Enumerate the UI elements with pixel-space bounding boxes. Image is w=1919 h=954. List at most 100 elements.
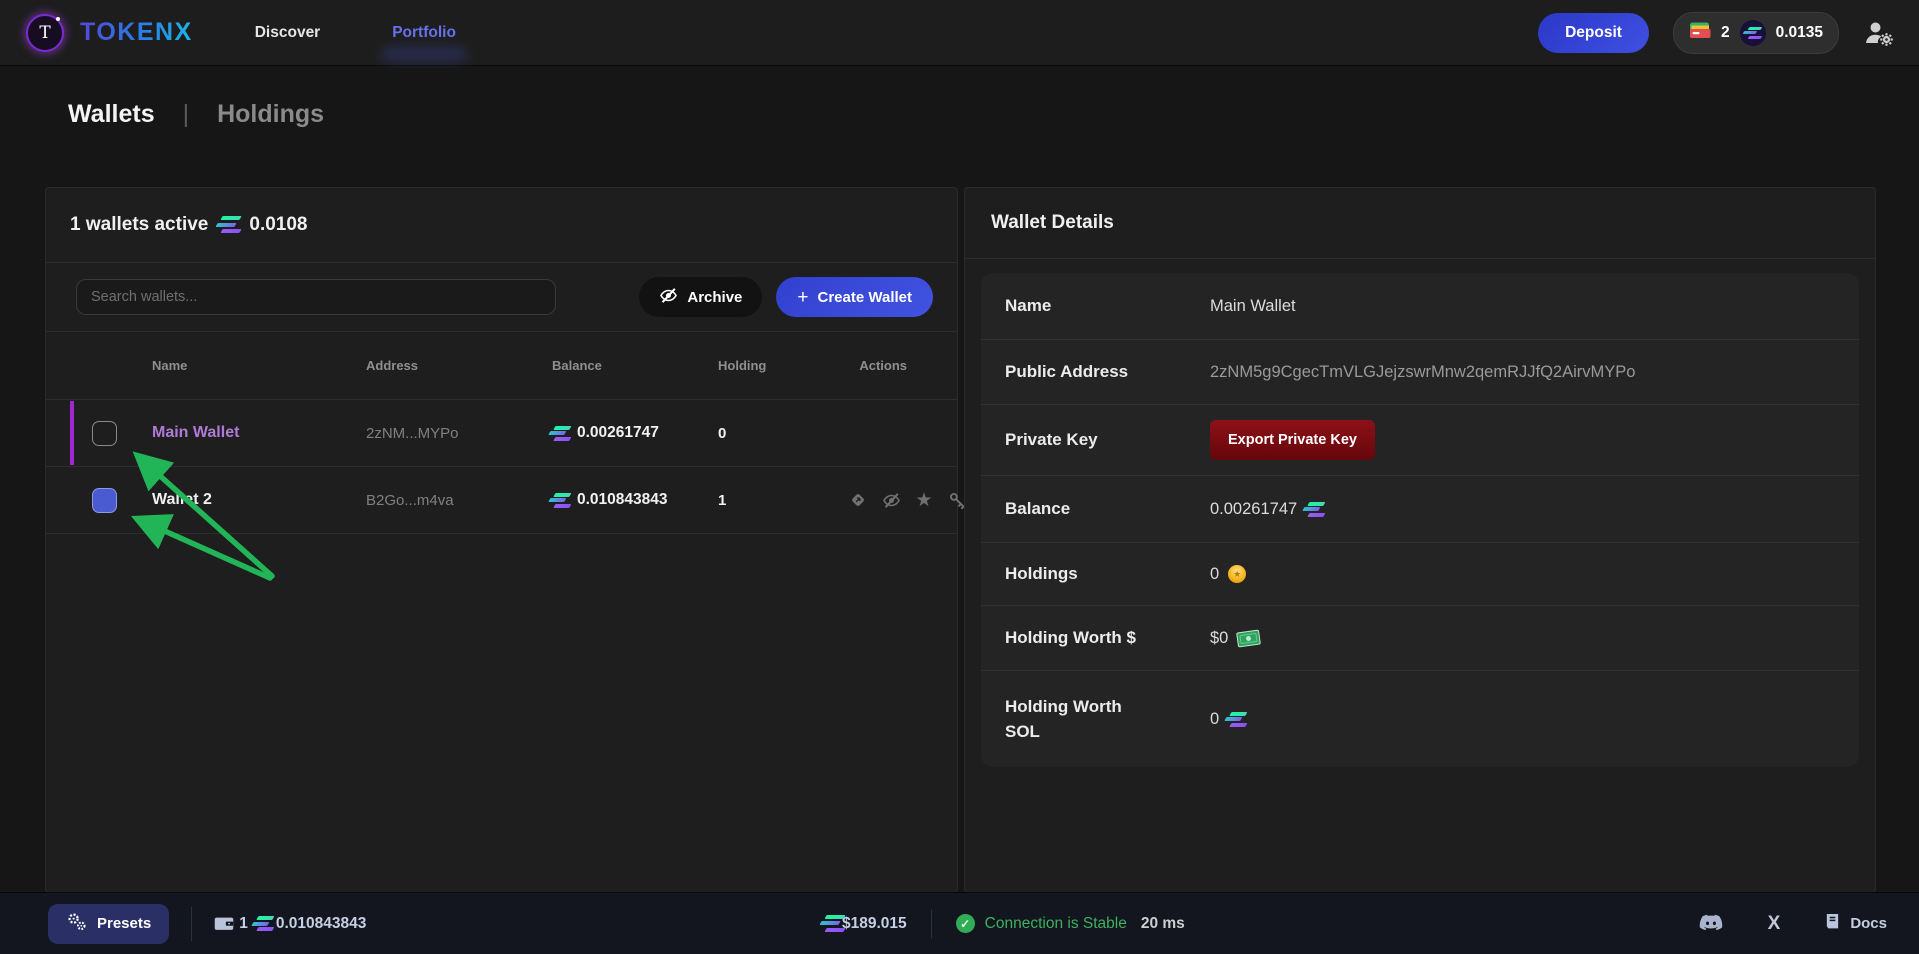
divider — [931, 910, 932, 938]
name-label: Name — [1005, 293, 1051, 319]
wallet-details-card: Name Main Wallet Public Address 2zNM5g9C… — [981, 273, 1859, 767]
account-settings-icon[interactable] — [1863, 19, 1893, 47]
search-input[interactable] — [76, 279, 556, 315]
worth-usd-label: Holding Worth $ — [1005, 625, 1136, 651]
tab-holdings[interactable]: Holdings — [217, 100, 324, 129]
public-address-label: Public Address — [1005, 359, 1128, 385]
wallet-color-icon — [1689, 20, 1711, 45]
solana-icon — [219, 216, 238, 233]
coin-icon — [1228, 565, 1246, 583]
docs-link[interactable]: Docs — [1824, 912, 1887, 936]
send-icon[interactable] — [848, 490, 868, 510]
hide-icon[interactable] — [881, 490, 901, 510]
holdings-value: 0 — [1210, 565, 1219, 584]
wallet-name: Main Wallet — [152, 424, 366, 442]
create-wallet-label: Create Wallet — [818, 289, 912, 306]
col-name: Name — [152, 358, 366, 373]
docs-label: Docs — [1850, 915, 1887, 932]
statusbar-middle: $ 189.015 Connection is Stable 20 ms — [823, 893, 1185, 954]
top-nav: T TOKENX Discover Portfolio Deposit 2 0.… — [0, 0, 1919, 66]
detail-row-worth-sol: Holding Worth SOL 0 — [981, 671, 1859, 767]
wallet-address: 2zNM...MYPo — [366, 425, 552, 442]
wallets-panel: 1 wallets active 0.0108 Archive + Create… — [45, 187, 958, 893]
wallet-count: 2 — [1721, 24, 1730, 42]
logo-letter: T — [39, 23, 50, 43]
holdings-label: Holdings — [1005, 561, 1078, 587]
wallet-details-title: Wallet Details — [965, 188, 1875, 259]
book-icon — [1824, 912, 1841, 936]
solana-icon — [552, 493, 568, 508]
nav-sol-balance: 0.0135 — [1776, 24, 1823, 42]
status-bar: Presets 1 0.010843843 $ 189.015 Connecti… — [0, 892, 1919, 954]
sol-circle-icon — [1740, 20, 1766, 46]
col-actions: Actions — [859, 358, 957, 373]
detail-row-worth-usd: Holding Worth $ $0 — [981, 606, 1859, 671]
nav-links: Discover Portfolio — [255, 24, 456, 42]
presets-label: Presets — [97, 915, 151, 932]
export-private-key-button[interactable]: Export Private Key — [1210, 420, 1375, 460]
worth-usd-value: $0 — [1210, 629, 1228, 648]
wallet-balance-pill[interactable]: 2 0.0135 — [1673, 12, 1839, 54]
deposit-button[interactable]: Deposit — [1538, 13, 1649, 53]
statusbar-right: X Docs — [1698, 893, 1887, 954]
latency-value: 20 ms — [1141, 915, 1185, 933]
balance-label: Balance — [1005, 496, 1070, 522]
nav-right: Deposit 2 0.0135 — [1538, 12, 1893, 54]
wallet-checkbox[interactable] — [92, 421, 117, 446]
active-wallets-sol: 0.0108 — [249, 214, 307, 236]
detail-row-private-key: Private Key Export Private Key — [981, 405, 1859, 476]
brand-title: TOKENX — [80, 18, 193, 47]
statusbar-wallet-count: 1 — [239, 915, 248, 933]
wallet-details-panel: Wallet Details Name Main Wallet Public A… — [964, 187, 1876, 893]
presets-button[interactable]: Presets — [48, 904, 169, 944]
wallet-name: Wallet 2 — [152, 491, 366, 509]
name-value: Main Wallet — [1210, 297, 1296, 316]
divider — [191, 907, 192, 941]
balance-value: 0.00261747 — [1210, 500, 1297, 519]
nav-link-portfolio[interactable]: Portfolio — [392, 24, 456, 42]
detail-row-name: Name Main Wallet — [981, 273, 1859, 340]
solana-icon — [552, 426, 568, 441]
x-twitter-icon[interactable]: X — [1768, 913, 1781, 935]
tab-separator: | — [183, 100, 190, 129]
solana-icon — [1228, 712, 1244, 727]
tokenx-logo[interactable]: T — [26, 14, 64, 52]
wallet-holding: 0 — [718, 425, 848, 442]
wallet-balance: 0.00261747 — [577, 424, 659, 442]
wallet-holding: 1 — [718, 492, 848, 509]
tab-wallets[interactable]: Wallets — [68, 100, 155, 129]
wallets-controls: Archive + Create Wallet — [46, 263, 957, 332]
discord-icon[interactable] — [1698, 914, 1724, 933]
sol-price: 189.015 — [851, 915, 907, 933]
worth-sol-label: Holding Worth SOL — [1005, 694, 1160, 745]
public-address-value: 2zNM5g9CgecTmVLGJejzswrMnw2qemRJJfQ2Airv… — [1210, 363, 1635, 382]
app-window: T TOKENX Discover Portfolio Deposit 2 0.… — [0, 0, 1919, 954]
dollar-bill-icon — [1236, 629, 1261, 647]
plus-icon: + — [797, 288, 808, 307]
nav-link-discover[interactable]: Discover — [255, 24, 320, 42]
solana-icon — [823, 915, 842, 932]
create-wallet-button[interactable]: + Create Wallet — [776, 277, 933, 317]
wallet-outline-icon — [214, 915, 234, 932]
favorite-star-icon[interactable] — [914, 490, 934, 510]
wallet-checkbox[interactable] — [92, 488, 117, 513]
detail-row-public-address: Public Address 2zNM5g9CgecTmVLGJejzswrMn… — [981, 340, 1859, 405]
wallet-row-main-wallet[interactable]: Main Wallet 2zNM...MYPo 0.00261747 0 — [46, 400, 957, 467]
wallet-row-wallet-2[interactable]: Wallet 2 B2Go...m4va 0.010843843 1 — [46, 467, 957, 534]
active-wallets-summary: 1 wallets active — [70, 214, 208, 236]
col-address: Address — [366, 358, 552, 373]
solana-icon — [1746, 27, 1759, 39]
private-key-label: Private Key — [1005, 427, 1098, 453]
gears-icon — [66, 911, 87, 936]
connection-check-icon — [956, 914, 975, 933]
wallet-address: B2Go...m4va — [366, 492, 552, 509]
eye-off-icon — [659, 286, 678, 309]
col-holding: Holding — [718, 358, 848, 373]
detail-row-balance: Balance 0.00261747 — [981, 476, 1859, 543]
connection-status: Connection is Stable — [985, 915, 1127, 933]
worth-sol-value: 0 — [1210, 710, 1219, 729]
detail-row-holdings: Holdings 0 — [981, 543, 1859, 606]
archive-button[interactable]: Archive — [639, 277, 762, 317]
statusbar-left: Presets 1 0.010843843 — [48, 893, 366, 954]
wallets-panel-header: 1 wallets active 0.0108 — [46, 188, 957, 263]
